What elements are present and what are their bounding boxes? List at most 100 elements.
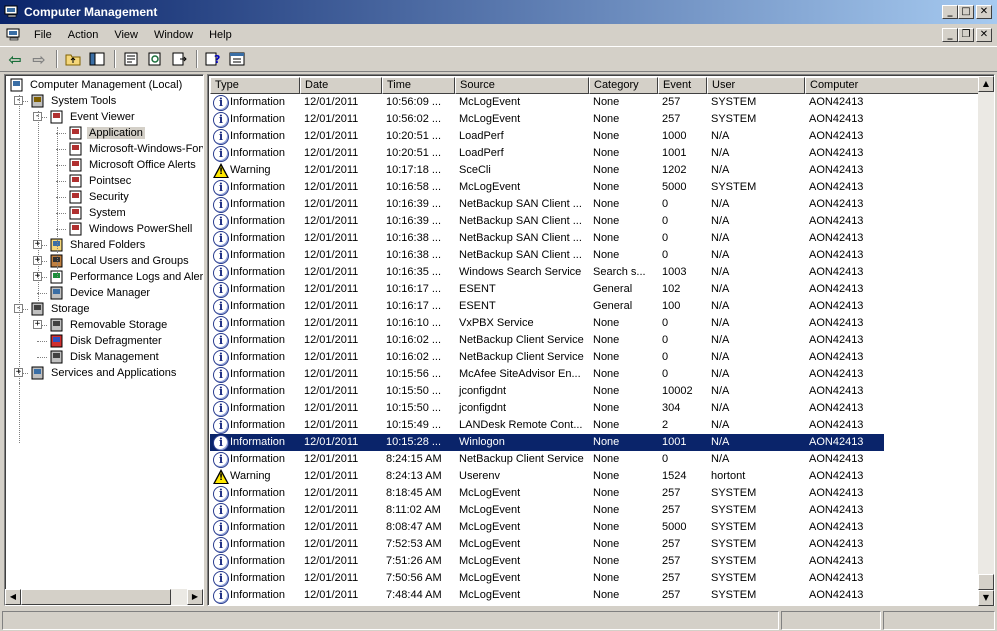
event-row[interactable]: i Information 12/01/2011 10:56:09 ... McLogE… — [210, 94, 884, 111]
scroll-up-button[interactable]: ▲ — [978, 76, 994, 92]
menu-window[interactable]: Window — [146, 29, 201, 41]
event-row[interactable]: i Information 12/01/2011 10:16:38 ... NetBac… — [210, 247, 884, 264]
tree-node[interactable]: Shared Folders — [49, 237, 147, 253]
close-button[interactable]: ✕ — [976, 5, 992, 19]
event-row[interactable]: i Information 12/01/2011 10:16:10 ... VxPBX … — [210, 315, 884, 332]
event-row[interactable]: i Information 12/01/2011 10:16:17 ... ESENT G… — [210, 298, 884, 315]
tree-horizontal-scrollbar[interactable]: ◀ ▶ — [5, 589, 203, 605]
column-header-source[interactable]: Source — [455, 77, 589, 94]
column-header-type[interactable]: Type — [210, 77, 300, 94]
expand-toggle[interactable]: + — [33, 320, 42, 329]
event-row[interactable]: i Information 12/01/2011 10:15:28 ... Winlog… — [210, 434, 884, 451]
menu-help[interactable]: Help — [201, 29, 240, 41]
maximize-button[interactable]: □ — [958, 5, 974, 19]
tree-node[interactable]: Computer Management (Local) — [9, 77, 184, 93]
event-row[interactable]: ! Warning 12/01/2011 8:24:13 AM Userenv None 1… — [210, 468, 884, 485]
up-one-level-button[interactable] — [62, 48, 84, 70]
event-row[interactable]: i Information 12/01/2011 10:15:50 ... jconfi… — [210, 383, 884, 400]
event-row[interactable]: i Information 12/01/2011 8:11:02 AM McLogEve… — [210, 502, 884, 519]
tree-node[interactable]: Pointsec — [68, 173, 133, 189]
event-row[interactable]: i Information 12/01/2011 10:15:50 ... jconfi… — [210, 400, 884, 417]
event-row[interactable]: i Information 12/01/2011 10:20:51 ... LoadPe… — [210, 128, 884, 145]
tree-node[interactable]: Security — [68, 189, 131, 205]
tree-node[interactable]: Microsoft-Windows-Forw — [68, 141, 203, 157]
source-cell: McLogEvent — [459, 504, 521, 516]
event-list[interactable]: Type Date Time Source Category Event Use… — [207, 74, 995, 606]
tree-node[interactable]: Performance Logs and Alerts — [49, 269, 203, 285]
tree-node[interactable]: Removable Storage — [49, 317, 169, 333]
event-row[interactable]: i Information 12/01/2011 10:20:51 ... LoadPe… — [210, 145, 884, 162]
event-row[interactable]: i Information 12/01/2011 10:16:35 ... Window… — [210, 264, 884, 281]
tree-node[interactable]: Disk Defragmenter — [49, 333, 164, 349]
event-row[interactable]: i Information 12/01/2011 10:16:58 ... McLogE… — [210, 179, 884, 196]
event-viewer-icon — [49, 110, 65, 124]
source-cell: NetBackup Client Service — [459, 351, 584, 363]
tree-node[interactable]: System Tools — [30, 93, 118, 109]
event-row[interactable]: i Information 12/01/2011 8:24:15 AM NetBacku… — [210, 451, 884, 468]
scroll-down-button[interactable]: ▼ — [978, 590, 994, 606]
menu-action[interactable]: Action — [60, 29, 107, 41]
help-button[interactable]: ? — [202, 48, 224, 70]
column-header-event[interactable]: Event — [658, 77, 707, 94]
tree-node[interactable]: Services and Applications — [30, 365, 178, 381]
tree-node[interactable]: Microsoft Office Alerts — [68, 157, 198, 173]
computer-cell: AON42413 — [809, 300, 864, 312]
tree-node[interactable]: Disk Management — [49, 349, 161, 365]
tree-node[interactable]: System — [68, 205, 128, 221]
tree-node[interactable]: Windows PowerShell — [68, 221, 194, 237]
console-tree[interactable]: Computer Management (Local) - System Tools… — [4, 74, 204, 606]
event-row[interactable]: i Information 12/01/2011 8:08:47 AM McLogEve… — [210, 519, 884, 536]
menu-view[interactable]: View — [106, 29, 146, 41]
minimize-button[interactable]: _ — [942, 5, 958, 19]
type-label: Information — [230, 487, 286, 499]
column-header-date[interactable]: Date — [300, 77, 382, 94]
list-vertical-scrollbar[interactable]: ▲ ▼ — [978, 76, 994, 606]
event-row[interactable]: i Information 12/01/2011 7:50:56 AM McLogEve… — [210, 570, 884, 587]
tree-node[interactable]: Local Users and Groups — [49, 253, 191, 269]
time-cell: 10:16:02 ... — [386, 351, 442, 363]
event-row[interactable]: ! Warning 12/01/2011 10:17:18 ... SceCli None… — [210, 162, 884, 179]
back-button[interactable]: ⇦ — [4, 48, 26, 70]
event-row[interactable]: i Information 12/01/2011 10:56:02 ... McLogE… — [210, 111, 884, 128]
event-row[interactable]: i Information 12/01/2011 7:52:53 AM McLogEve… — [210, 536, 884, 553]
scroll-left-button[interactable]: ◀ — [5, 589, 21, 605]
tree-node[interactable]: Storage — [30, 301, 92, 317]
menu-file[interactable]: File — [26, 29, 60, 41]
export-list-button[interactable] — [168, 48, 190, 70]
column-header-computer[interactable]: Computer — [805, 77, 980, 94]
scroll-thumb[interactable] — [978, 574, 994, 590]
event-row[interactable]: i Information 12/01/2011 10:16:39 ... NetBac… — [210, 213, 884, 230]
child-restore-button[interactable]: ❐ — [958, 28, 974, 42]
information-icon: i — [213, 502, 229, 519]
forward-button[interactable]: ⇨ — [28, 48, 50, 70]
event-row[interactable]: i Information 12/01/2011 7:48:44 AM McLogEve… — [210, 587, 884, 604]
refresh-button[interactable] — [144, 48, 166, 70]
event-row[interactable]: i Information 12/01/2011 10:16:02 ... NetBac… — [210, 349, 884, 366]
time-cell: 10:17:18 ... — [386, 164, 442, 176]
event-row[interactable]: i Information 12/01/2011 8:18:45 AM McLogEve… — [210, 485, 884, 502]
show-hide-action-pane-button[interactable] — [226, 48, 248, 70]
event-row[interactable]: i Information 12/01/2011 10:16:17 ... ESENT G… — [210, 281, 884, 298]
information-icon: i — [213, 519, 229, 536]
child-close-button[interactable]: ✕ — [976, 28, 992, 42]
column-header-time[interactable]: Time — [382, 77, 455, 94]
tree-node[interactable]: Application — [68, 125, 145, 141]
event-row[interactable]: i Information 12/01/2011 10:16:38 ... NetBac… — [210, 230, 884, 247]
child-minimize-button[interactable]: _ — [942, 28, 958, 42]
scroll-right-button[interactable]: ▶ — [187, 589, 203, 605]
type-label: Information — [230, 572, 286, 584]
tree-node[interactable]: Event Viewer — [49, 109, 137, 125]
event-row[interactable]: i Information 12/01/2011 10:16:39 ... NetBac… — [210, 196, 884, 213]
scroll-thumb[interactable] — [21, 589, 171, 605]
show-hide-console-tree-button[interactable] — [86, 48, 108, 70]
console-menu-icon[interactable] — [6, 28, 22, 42]
event-row[interactable]: i Information 12/01/2011 10:15:49 ... LANDes… — [210, 417, 884, 434]
properties-button[interactable] — [120, 48, 142, 70]
column-header-category[interactable]: Category — [589, 77, 658, 94]
event-row[interactable]: i Information 12/01/2011 7:51:26 AM McLogEve… — [210, 553, 884, 570]
column-header-user[interactable]: User — [707, 77, 805, 94]
event-row[interactable]: i Information 12/01/2011 10:16:02 ... NetBac… — [210, 332, 884, 349]
tree-node[interactable]: Device Manager — [49, 285, 152, 301]
computer-cell: AON42413 — [809, 453, 864, 465]
event-row[interactable]: i Information 12/01/2011 10:15:56 ... McAfee… — [210, 366, 884, 383]
